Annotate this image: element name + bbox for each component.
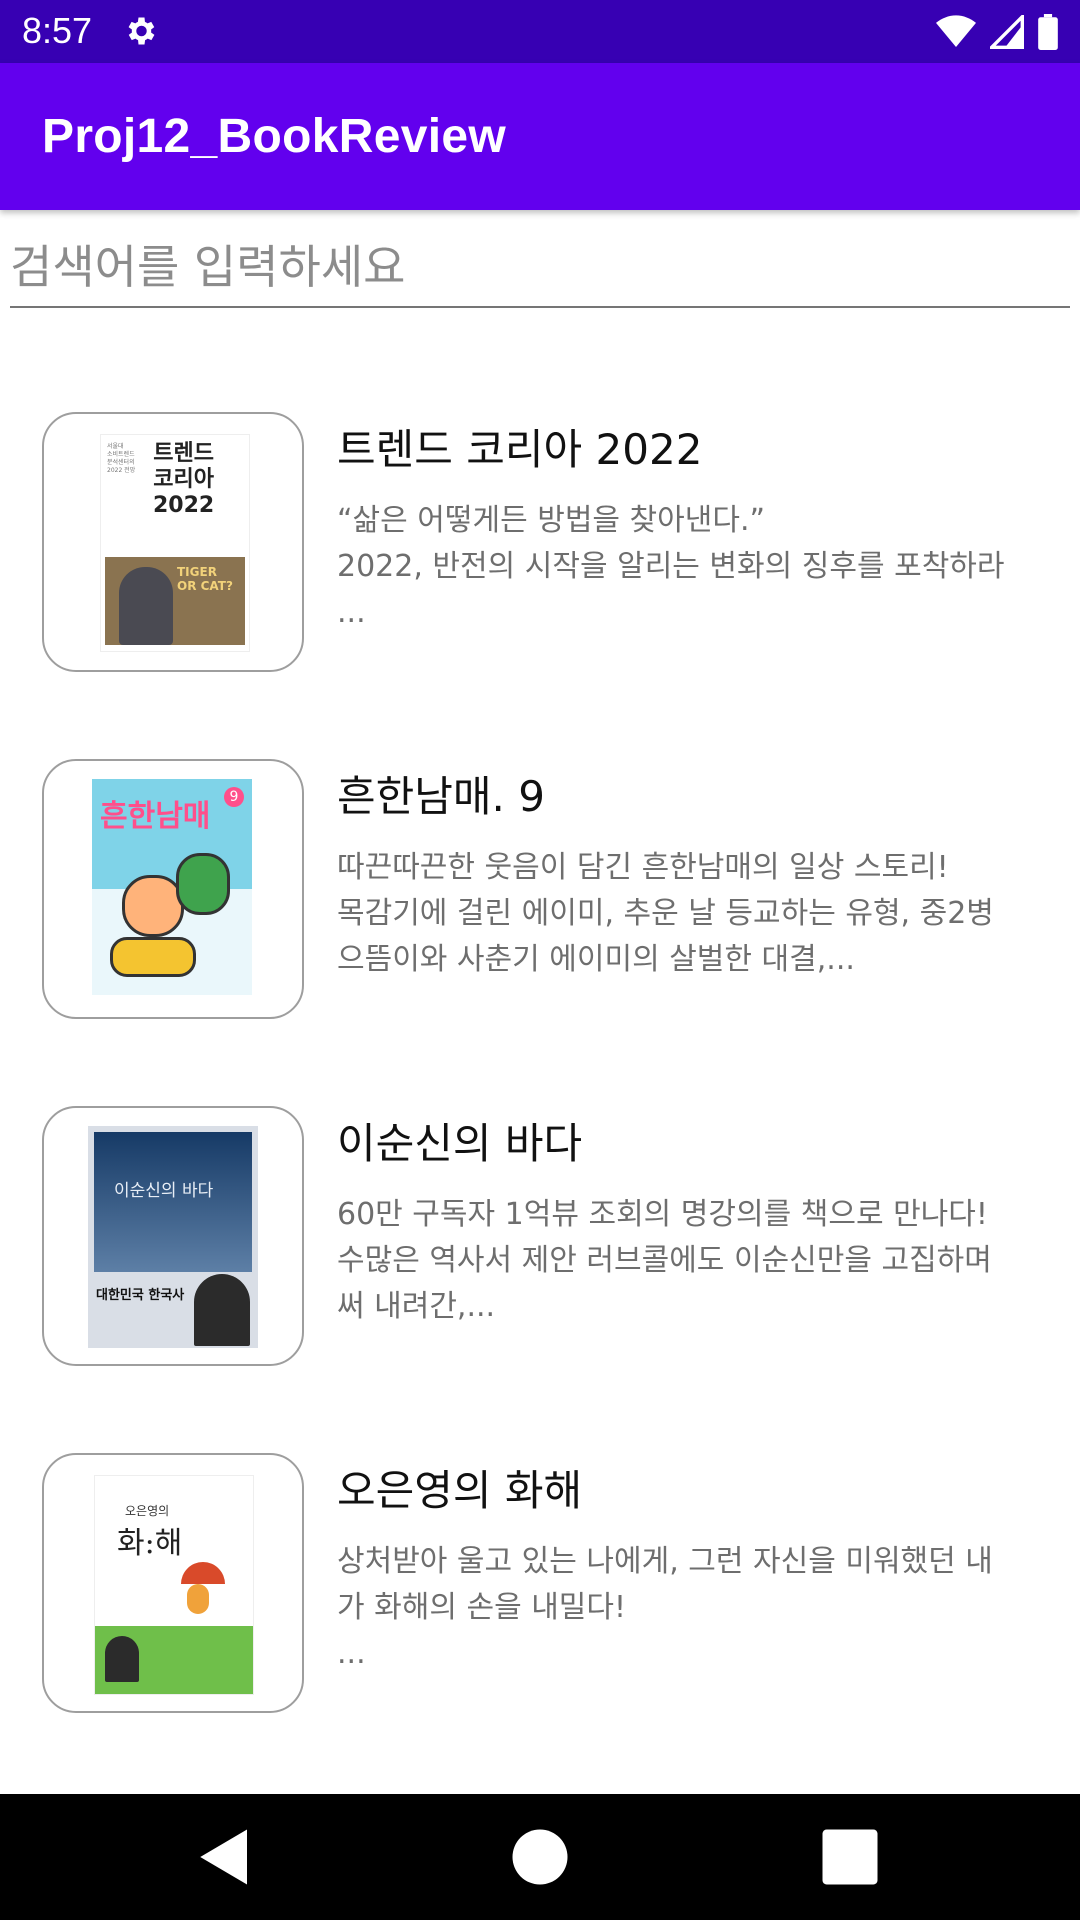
status-time: 8:57 xyxy=(22,10,93,51)
wifi-icon xyxy=(936,15,976,48)
book-item-trend-korea[interactable]: 서울대 소비트렌드 분석센터의 2022 전망 트렌드 코리아 2022 TIG… xyxy=(0,410,1080,757)
cover-photo: TIGER OR CAT? xyxy=(105,557,245,645)
book-title: 트렌드 코리아 2022 xyxy=(337,425,703,474)
book-title: 오은영의 화해 xyxy=(337,1466,583,1515)
cover-umbrella xyxy=(181,1562,225,1584)
book-cover-image: 흔한남매 9 xyxy=(92,779,252,995)
cover-tube xyxy=(110,937,196,977)
cover-title: 트렌드 코리아 2022 xyxy=(153,441,215,518)
battery-icon xyxy=(1038,14,1058,50)
book-cover-frame: 흔한남매 9 xyxy=(42,759,304,1019)
cover-child xyxy=(187,1584,209,1614)
cover-author: 오은영의 xyxy=(125,1504,170,1518)
cover-sea-panel: 이순신의 바다 xyxy=(94,1132,252,1272)
app-title: Proj12_BookReview xyxy=(42,110,506,163)
search-input[interactable] xyxy=(10,228,1070,308)
book-item-yi-sun-sin-sea[interactable]: 이순신의 바다 대한민국 한국사 이순신의 바다 60만 구독자 1억뷰 조회의… xyxy=(0,1104,1080,1451)
book-cover-frame: 오은영의 화:해 xyxy=(42,1453,304,1713)
book-description: 따끈따끈한 웃음이 담긴 흔한남매의 일상 스토리! 목감기에 걸린 에이미, … xyxy=(337,850,994,977)
back-icon[interactable] xyxy=(192,1824,258,1890)
book-cover-image: 서울대 소비트렌드 분석센터의 2022 전망 트렌드 코리아 2022 TIG… xyxy=(100,434,250,652)
cover-author-photo xyxy=(105,1636,139,1682)
book-cover-image: 오은영의 화:해 xyxy=(94,1475,254,1695)
book-item-heunhan-nammae[interactable]: 흔한남매 9 흔한남매. 9 따끈따끈한 웃음이 담긴 흔한남매의 일상 스토리… xyxy=(0,757,1080,1104)
app-bar: Proj12_BookReview xyxy=(0,63,1080,210)
search-field xyxy=(10,228,1070,308)
book-description: 60만 구독자 1억뷰 조회의 명강의를 책으로 만나다! 수많은 역사서 제안… xyxy=(337,1197,992,1324)
book-title: 흔한남매. 9 xyxy=(337,772,545,821)
cover-title: 화:해 xyxy=(117,1526,183,1561)
cellular-signal-icon xyxy=(990,15,1024,49)
gear-icon xyxy=(128,17,155,45)
book-cover-image: 이순신의 바다 대한민국 한국사 xyxy=(88,1126,258,1348)
book-list: 서울대 소비트렌드 분석센터의 2022 전망 트렌드 코리아 2022 TIG… xyxy=(0,410,1080,1798)
cover-author-photo xyxy=(194,1274,250,1346)
book-description: “삶은 어떻게든 방법을 찾아낸다.” 2022, 반전의 시작을 알리는 변화… xyxy=(337,503,1005,630)
cover-number: 9 xyxy=(224,787,244,807)
cover-small-text: 서울대 소비트렌드 분석센터의 2022 전망 xyxy=(107,443,136,474)
cover-character-1 xyxy=(122,875,184,937)
cover-badge: TIGER OR CAT? xyxy=(177,565,233,593)
cover-person xyxy=(119,567,173,645)
navigation-bar xyxy=(0,1794,1080,1920)
book-title: 이순신의 바다 xyxy=(337,1119,583,1168)
cover-footer: 대한민국 한국사 xyxy=(96,1288,185,1303)
book-description: 상처받아 울고 있는 나에게, 그런 자신을 미워했던 내 가 화해의 손을 내… xyxy=(337,1544,993,1671)
home-icon[interactable] xyxy=(507,1824,573,1890)
status-bar: 8:57 xyxy=(0,0,1080,63)
book-item-oh-eun-young[interactable]: 오은영의 화:해 오은영의 화해 상처받아 울고 있는 나에게, 그런 자신을 … xyxy=(0,1451,1080,1798)
recents-icon[interactable] xyxy=(817,1824,883,1890)
book-cover-frame: 이순신의 바다 대한민국 한국사 xyxy=(42,1106,304,1366)
cover-character-2 xyxy=(176,853,230,915)
cover-title: 이순신의 바다 xyxy=(114,1181,214,1201)
book-cover-frame: 서울대 소비트렌드 분석센터의 2022 전망 트렌드 코리아 2022 TIG… xyxy=(42,412,304,672)
cover-title: 흔한남매 xyxy=(100,799,211,834)
